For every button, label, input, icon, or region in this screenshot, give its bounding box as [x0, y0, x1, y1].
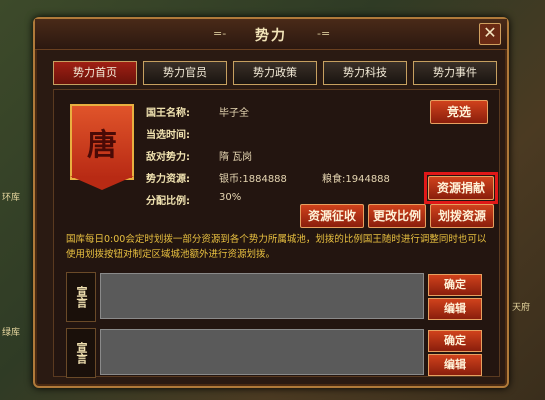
silver-value: 银币:1884888 — [219, 174, 287, 185]
collect-resources-button[interactable]: 资源征收 — [300, 204, 364, 228]
tab-faction-home[interactable]: 势力首页 — [53, 61, 137, 85]
announcement-edit-button[interactable]: 编辑 — [428, 354, 482, 376]
elect-button[interactable]: 竞选 — [430, 100, 488, 124]
highlight-box — [424, 172, 498, 204]
resources-label: 势力资源: — [146, 174, 190, 185]
announcement-input[interactable] — [100, 273, 424, 319]
title-bar: =- 势力 -= ✕ — [35, 19, 507, 50]
banner-tail — [70, 176, 134, 190]
announcement-label: 宣言 — [66, 272, 96, 322]
tab-bar: 势力首页 势力官员 势力政策 势力科技 势力事件 — [53, 61, 498, 85]
enemy-label: 敌对势力: — [146, 152, 190, 163]
window-title: 势力 — [255, 28, 287, 44]
map-label: 绿库 — [2, 328, 21, 338]
announcement-input[interactable] — [100, 329, 424, 375]
allocate-resources-button[interactable]: 划拨资源 — [430, 204, 494, 228]
close-icon[interactable]: ✕ — [479, 23, 501, 45]
ratio-label: 分配比例: — [146, 196, 190, 207]
faction-banner-icon: 唐 — [70, 104, 134, 180]
elect-time-label: 当选时间: — [146, 130, 190, 141]
tab-faction-tech[interactable]: 势力科技 — [323, 61, 407, 85]
grain-value: 粮食:1944888 — [322, 174, 390, 185]
tab-faction-policy[interactable]: 势力政策 — [233, 61, 317, 85]
announcement-row: 宣言 确定 编辑 — [66, 272, 491, 322]
map-label: 天府 — [512, 303, 531, 313]
king-value: 毕子全 — [219, 108, 249, 119]
announcement-row: 宣言 确定 编辑 — [66, 328, 491, 378]
treasury-notice: 国库每日0:00会定时划拨一部分资源到各个势力所属城池，划拨的比例国王随时进行调… — [66, 234, 487, 260]
map-label: 环库 — [2, 193, 21, 203]
title-deco-right: -= — [317, 27, 331, 40]
tab-faction-officials[interactable]: 势力官员 — [143, 61, 227, 85]
tab-faction-events[interactable]: 势力事件 — [413, 61, 497, 85]
enemy-value: 隋 瓦岗 — [219, 152, 253, 163]
announcement-edit-button[interactable]: 编辑 — [428, 298, 482, 320]
announcement-confirm-button[interactable]: 确定 — [428, 274, 482, 296]
change-ratio-button[interactable]: 更改比例 — [368, 204, 426, 228]
king-label: 国王名称: — [146, 108, 190, 119]
faction-banner-char: 唐 — [87, 128, 117, 163]
announcement-confirm-button[interactable]: 确定 — [428, 330, 482, 352]
faction-home-content: 唐 国王名称: 毕子全 当选时间: 敌对势力: 隋 瓦岗 势力资源: 银币:18… — [53, 89, 500, 378]
ratio-value: 30% — [219, 192, 242, 203]
announcement-label: 宣言 — [66, 328, 96, 378]
faction-window: =- 势力 -= ✕ 势力首页 势力官员 势力政策 势力科技 势力事件 唐 国王… — [33, 17, 509, 388]
